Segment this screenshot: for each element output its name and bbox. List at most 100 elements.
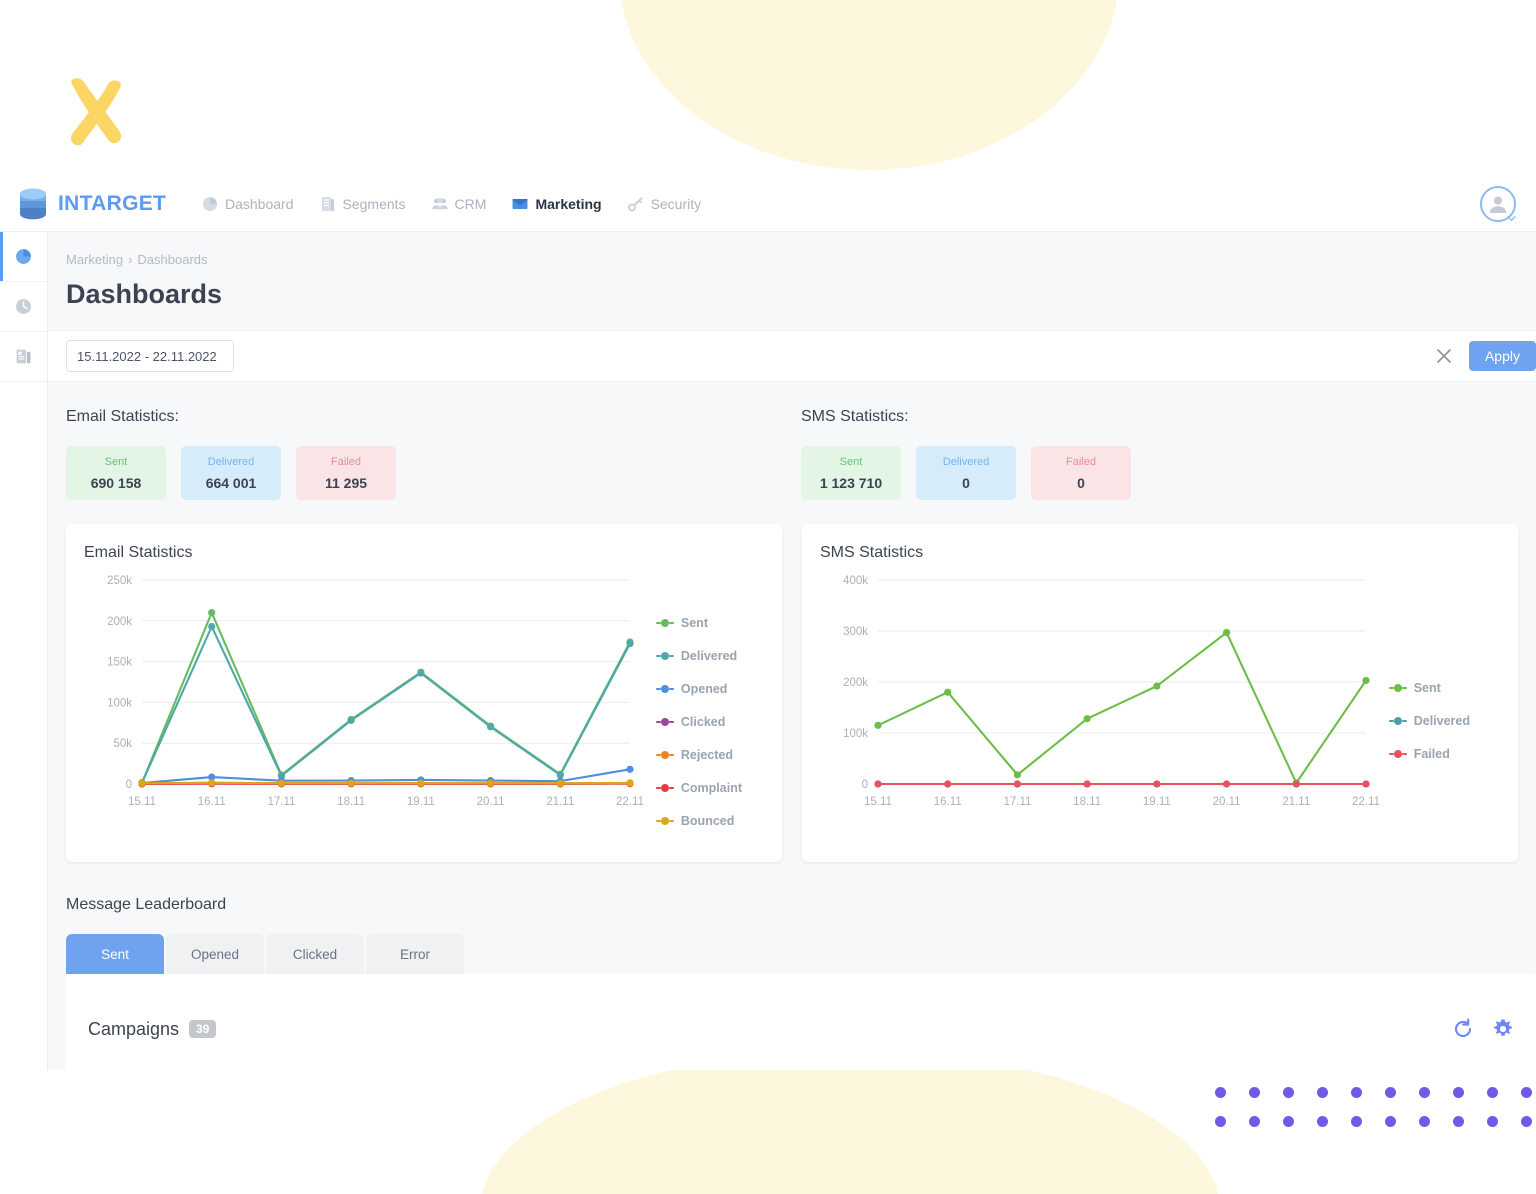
y-axis-tick-label: 100k [107,697,132,709]
x-axis-tick-label: 22.11 [616,796,644,808]
sidebar-item-reports[interactable] [0,332,47,382]
legend-item-delivered[interactable]: Delivered [655,649,742,663]
decorative-cream-circle-bottom [480,1050,1220,1194]
series-point-failed [1083,780,1091,788]
legend-marker-icon [655,718,674,726]
email-statistics-heading: Email Statistics: [66,408,179,425]
x-axis-tick-label: 15.11 [864,796,892,808]
y-axis-tick-label: 300k [843,626,868,638]
sidebar-item-dashboards[interactable] [0,232,47,282]
breadcrumb-current: Dashboards [137,252,208,267]
stat-card-email-delivered: Delivered 664 001 [181,446,281,500]
y-axis-tick-label: 200k [107,616,132,628]
x-axis-tick-label: 17.11 [1003,796,1031,808]
legend-item-complaint[interactable]: Complaint [655,781,742,795]
apply-button[interactable]: Apply [1468,341,1536,371]
nav-item-security[interactable]: Security [627,176,702,232]
tab-sent[interactable]: Sent [66,934,164,974]
x-axis-tick-label: 16.11 [198,796,226,808]
stat-card-value: 664 001 [205,474,257,491]
legend-marker-icon [655,619,674,627]
campaigns-count-badge: 39 [189,1020,217,1038]
people-icon [432,197,448,209]
y-axis-tick-label: 100k [843,728,868,740]
legend-label: Opened [680,682,728,696]
x-axis-tick-label: 19.11 [407,796,435,808]
legend-item-delivered[interactable]: Delivered [1388,714,1470,728]
nav-label: Security [650,195,702,212]
stat-card-email-failed: Failed 11 295 [296,446,396,500]
nav-item-dashboard[interactable]: Dashboard [202,176,294,232]
series-point-bounced [556,779,564,787]
x-axis-tick-label: 18.11 [337,796,365,808]
x-axis-tick-label: 19.11 [1143,796,1171,808]
tab-clicked[interactable]: Clicked [266,934,364,974]
user-menu[interactable] [1480,185,1516,222]
x-axis-tick-label: 20.11 [1213,796,1241,808]
screenshot-root: INTARGET Dashboard Segments CRM Marketin… [0,0,1536,1194]
series-point-failed [1013,780,1022,788]
gear-icon[interactable] [1492,1018,1514,1040]
series-point-sent [1013,771,1022,779]
legend-label: Sent [680,616,708,630]
series-point-sent [944,688,952,696]
key-icon [627,196,643,211]
legend-marker-icon [655,751,674,759]
series-point-bounced [626,779,634,787]
legend-item-rejected[interactable]: Rejected [655,748,742,762]
legend-item-clicked[interactable]: Clicked [655,715,742,729]
series-point-delivered [208,622,216,631]
stat-card-value: 0 [962,474,970,491]
legend-item-sent[interactable]: Sent [1388,681,1470,695]
breadcrumb-parent[interactable]: Marketing [66,252,123,267]
sms-statistics-summary: SMS Statistics: Sent 1 123 710 Delivered… [801,408,1536,500]
breadcrumb: Marketing › Dashboards [48,232,1536,267]
brand-name: INTARGET [58,191,167,215]
email-chart: 0 50k 100k 150k 200k 250k 15.11 16.11 17.11 18.11… [84,568,764,838]
stat-card-label: Sent [104,455,128,468]
application-window: INTARGET Dashboard Segments CRM Marketin… [0,176,1536,1070]
series-line-sent [876,631,1368,785]
legend-label: Failed [1413,747,1450,761]
y-axis-tick-label: 0 [862,779,868,791]
series-point-failed [874,780,882,788]
legend-marker-icon [1388,684,1407,692]
sidebar-item-history[interactable] [0,282,47,332]
stat-card-label: Sent [839,455,863,468]
campaigns-header: Campaigns 39 [88,1019,217,1040]
series-point-bounced [347,779,355,787]
legend-item-opened[interactable]: Opened [655,682,742,696]
top-navigation-bar: INTARGET Dashboard Segments CRM Marketin… [0,176,1536,232]
email-chart-legend: Sent Delivered Opened Clicked Rejected Compla… [655,616,742,828]
stat-card-label: Delivered [942,455,990,468]
tab-opened[interactable]: Opened [166,934,264,974]
nav-item-marketing[interactable]: Marketing [512,176,602,232]
legend-item-bounced[interactable]: Bounced [655,814,742,828]
date-range-input[interactable] [66,340,234,372]
series-point-bounced [138,779,146,787]
series-point-opened [626,765,634,773]
brand-logo[interactable]: INTARGET [0,188,180,220]
nav-label: Segments [342,195,406,212]
refresh-icon[interactable] [1452,1018,1474,1040]
legend-item-sent[interactable]: Sent [655,616,742,630]
x-axis-tick-label: 18.11 [1073,796,1101,808]
nav-item-crm[interactable]: CRM [432,176,486,232]
series-point-sent [1083,715,1091,723]
legend-item-failed[interactable]: Failed [1388,747,1470,761]
stat-card-value: 11 295 [324,474,368,491]
email-stat-cards: Sent 690 158 Delivered 664 001 Failed 11… [66,446,801,500]
close-icon[interactable] [1435,347,1453,365]
nav-item-segments[interactable]: Segments [320,176,406,232]
clock-icon [16,299,31,314]
tab-error[interactable]: Error [366,934,464,974]
stat-card-sms-delivered: Delivered 0 [916,446,1016,500]
leaderboard-title: Message Leaderboard [66,896,227,913]
series-point-sent [1362,676,1370,685]
sms-chart: 0 100k 200k 300k 400k 15.11 16.11 17.11 18.11 19.… [820,568,1500,838]
leaderboard-panel: Campaigns 39 [66,974,1536,1070]
statistics-summary: Email Statistics: Sent 690 158 Delivered… [48,382,1536,500]
legend-label: Delivered [680,649,738,663]
nav-label: Marketing [535,195,602,212]
breadcrumb-separator: › [128,252,133,267]
